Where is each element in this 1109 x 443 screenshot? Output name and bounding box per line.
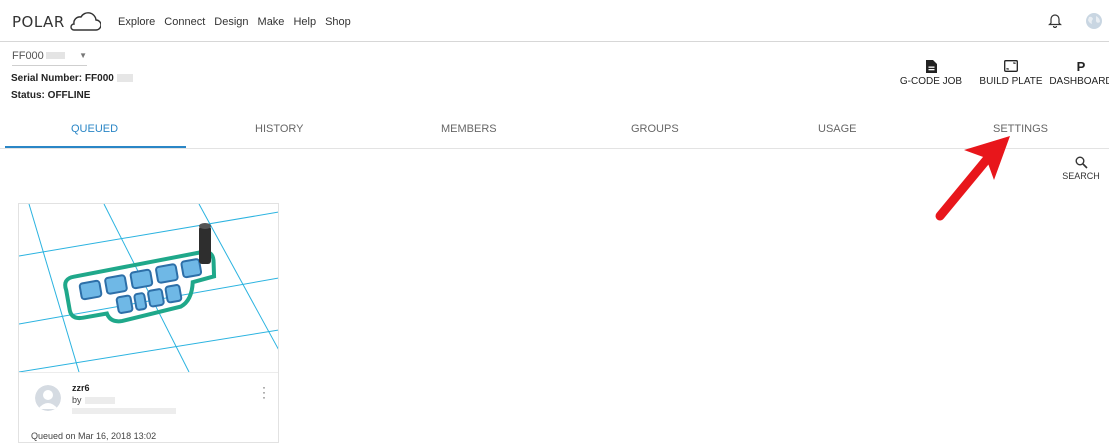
tab-queued[interactable]: QUEUED (71, 123, 118, 135)
printer-status: Status: OFFLINE (11, 90, 91, 101)
active-tab-indicator (5, 146, 186, 148)
job-queued-time: Queued on Mar 16, 2018 13:02 (31, 431, 157, 441)
nav-shop[interactable]: Shop (325, 16, 351, 28)
nav-help[interactable]: Help (293, 16, 316, 28)
nav-connect[interactable]: Connect (164, 16, 205, 28)
top-navbar: POLAR Explore Connect Design Make Help S… (0, 0, 1109, 42)
job-card-footer: zzr6 by · · · Queued on Mar 16, 2018 13:02 (19, 372, 278, 442)
cloud-icon (70, 12, 101, 31)
bell-icon[interactable] (1048, 12, 1062, 28)
polar-logo[interactable]: POLAR (12, 11, 101, 33)
printer-select-value: FF000 (12, 49, 44, 62)
build-plate-icon (1004, 60, 1018, 72)
build-plate-button[interactable]: BUILD PLATE (975, 60, 1047, 87)
dashboard-label: DASHBOARD (1049, 76, 1109, 87)
tab-members[interactable]: MEMBERS (441, 123, 497, 135)
file-icon (925, 60, 937, 73)
red-arrow-annotation (935, 136, 1010, 221)
search-button[interactable]: SEARCH (1058, 156, 1104, 181)
dashboard-icon: P (1076, 59, 1086, 74)
gcode-job-button[interactable]: G-CODE JOB (897, 60, 965, 87)
redacted-block (72, 408, 176, 414)
tab-usage[interactable]: USAGE (818, 123, 857, 135)
job-by-label: by (72, 395, 82, 405)
redacted-block (45, 52, 66, 59)
nav-make[interactable]: Make (258, 16, 285, 28)
avatar-icon (35, 385, 61, 411)
serial-number: Serial Number: FF000 (11, 73, 133, 84)
main-nav: Explore Connect Design Make Help Shop (118, 16, 351, 28)
job-owner: by (72, 395, 115, 405)
redacted-block (116, 74, 133, 83)
search-icon (1075, 156, 1088, 169)
tab-groups[interactable]: GROUPS (631, 123, 679, 135)
build-plate-label: BUILD PLATE (979, 76, 1043, 87)
gcode-job-label: G-CODE JOB (899, 76, 963, 87)
search-label: SEARCH (1062, 171, 1100, 181)
job-name: zzr6 (72, 383, 90, 393)
globe-icon[interactable] (1085, 12, 1103, 30)
printer-select[interactable]: FF000 ▼ (12, 46, 87, 66)
job-thumbnail (19, 204, 278, 372)
job-card[interactable]: zzr6 by · · · Queued on Mar 16, 2018 13:02 (18, 203, 279, 443)
avatar (35, 385, 61, 411)
dashboard-button[interactable]: P DASHBOARD (1049, 59, 1109, 88)
nav-explore[interactable]: Explore (118, 16, 155, 28)
logo-text: POLAR (12, 13, 65, 31)
chevron-down-icon: ▼ (79, 51, 87, 60)
redacted-block (84, 396, 115, 404)
tab-history[interactable]: HISTORY (255, 123, 304, 135)
nav-design[interactable]: Design (214, 16, 248, 28)
serial-number-text: Serial Number: FF000 (11, 73, 114, 84)
kebab-icon[interactable]: · · · (259, 381, 269, 403)
